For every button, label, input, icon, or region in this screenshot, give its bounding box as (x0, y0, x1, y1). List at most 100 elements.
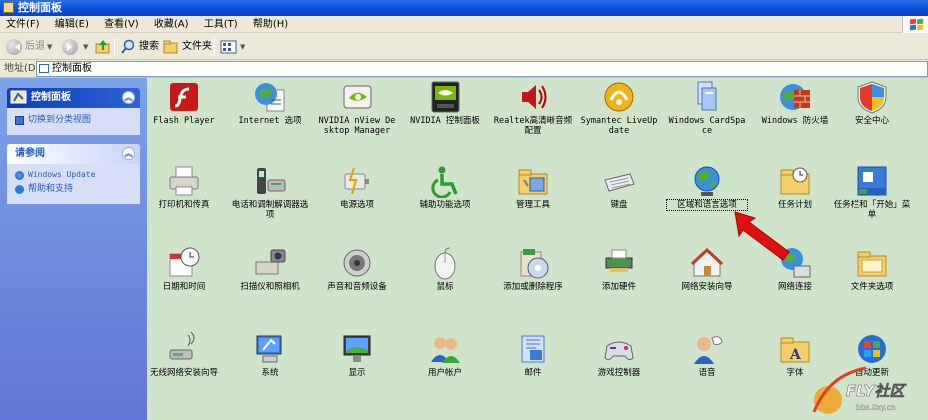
collapse-icon[interactable]: ︽ (122, 91, 135, 104)
control-panel-item[interactable]: 显示 (317, 332, 397, 378)
svg-text:bbs.0xy.cn: bbs.0xy.cn (856, 403, 896, 412)
add-remove-icon (516, 246, 550, 280)
printer-icon (167, 164, 201, 198)
control-panel-item[interactable]: 电话和调制解调器选项 (230, 164, 310, 220)
control-panel-item[interactable]: 电源选项 (317, 164, 397, 210)
search-button[interactable]: 搜索 (120, 37, 159, 57)
cardspace-icon (690, 80, 724, 114)
shield-icon (855, 80, 889, 114)
clock-icon (167, 246, 201, 280)
control-panel-item[interactable]: Flash Player (144, 80, 224, 126)
address-bar: 地址(D) 控制面板 (0, 60, 928, 78)
control-panel-item[interactable]: 辅助功能选项 (405, 164, 485, 210)
item-label: 添加或删除程序 (503, 282, 563, 292)
control-panel-item[interactable]: 任务计划 (755, 164, 835, 210)
control-panel-item[interactable]: 添加或删除程序 (493, 246, 573, 292)
control-panel-item[interactable]: 鼠标 (405, 246, 485, 292)
control-panel-item[interactable]: 日期和时间 (144, 246, 224, 292)
control-panel-item[interactable]: NVIDIA 控制面板 (405, 80, 485, 126)
wireless-icon (167, 331, 201, 366)
back-label: 后退 (25, 41, 45, 52)
fly-logo-watermark: FLY社区 bbs.0xy.cn (812, 366, 908, 414)
views-icon (220, 40, 237, 54)
item-label: 声音和音频设备 (327, 282, 387, 292)
red-arrow-icon (734, 211, 790, 261)
search-label: 搜索 (139, 41, 159, 52)
control-panel-item[interactable]: Windows CardSpace (667, 80, 747, 136)
chevron-down-icon: ▼ (47, 43, 53, 51)
item-label: 语音 (698, 368, 716, 378)
item-label: 用户帐户 (427, 368, 462, 378)
up-button[interactable] (94, 37, 112, 57)
windows-update-link[interactable]: Windows Update (15, 168, 132, 182)
control-panel-item[interactable]: 游戏控制器 (579, 332, 659, 378)
forward-arrow-icon (62, 39, 78, 55)
control-panel-item[interactable]: 扫描仪和照相机 (230, 246, 310, 292)
help-support-link[interactable]: 帮助和支持 (15, 182, 132, 196)
item-label: 电话和调制解调器选项 (231, 200, 309, 220)
item-label: Windows CardSpace (668, 116, 746, 136)
switch-category-view-link[interactable]: 切换到分类视图 (15, 113, 132, 127)
update-icon (855, 332, 889, 366)
control-panel-item[interactable]: 系统 (230, 332, 310, 378)
control-panel-item[interactable]: 任务栏和「开始」菜单 (832, 164, 912, 220)
address-input[interactable]: 控制面板 (36, 61, 928, 77)
menu-edit[interactable]: 编辑(E) (49, 16, 95, 33)
control-panel-item[interactable]: Realtek高清晰音频配置 (493, 80, 573, 136)
control-panel-item[interactable]: Symantec LiveUpdate (579, 80, 659, 136)
collapse-icon[interactable]: ︽ (122, 147, 135, 160)
item-label: 显示 (348, 368, 366, 378)
item-label: 文件夹选项 (850, 282, 894, 292)
control-panel-item[interactable]: 声音和音频设备 (317, 246, 397, 292)
firewall-icon (778, 80, 812, 114)
item-label: 键盘 (610, 200, 628, 210)
menu-tools[interactable]: 工具(T) (198, 16, 244, 33)
item-label: 添加硬件 (601, 282, 636, 292)
menu-file[interactable]: 文件(F) (0, 16, 46, 33)
menu-help[interactable]: 帮助(H) (247, 16, 294, 33)
control-panel-item[interactable]: 安全中心 (832, 80, 912, 126)
control-panel-icon (39, 64, 49, 73)
flash-icon (167, 80, 201, 114)
item-label: 任务栏和「开始」菜单 (833, 200, 911, 220)
item-label: Windows 防火墙 (761, 116, 829, 126)
item-label: 安全中心 (854, 116, 889, 126)
sound-icon (340, 246, 374, 280)
control-panel-item[interactable]: Internet 选项 (230, 80, 310, 126)
control-panel-item[interactable]: 用户帐户 (405, 332, 485, 378)
panel-header[interactable]: 控制面板 ︽ (7, 88, 140, 108)
forward-button[interactable]: ▼ (62, 37, 88, 57)
control-panel-item[interactable]: 语音 (667, 332, 747, 378)
control-panel-item[interactable]: 键盘 (579, 164, 659, 210)
globe-icon (690, 164, 724, 198)
windows-update-icon (15, 171, 24, 180)
control-panel-item[interactable]: 打印机和传真 (144, 164, 224, 210)
menu-favorites[interactable]: 收藏(A) (148, 16, 195, 33)
folder-options-icon (855, 246, 889, 280)
control-panel-item[interactable]: 邮件 (493, 332, 573, 378)
svg-text:A: A (789, 347, 802, 363)
separator (214, 38, 215, 56)
gamepad-icon (602, 332, 636, 366)
nvidia-icon (340, 80, 374, 114)
control-panel-item[interactable]: 文件夹选项 (832, 246, 912, 292)
control-panel-item[interactable]: 区域和语言选项 (666, 164, 748, 211)
folders-button[interactable]: 文件夹 (163, 37, 212, 57)
link-label: Windows Update (28, 170, 96, 179)
mail-icon (516, 332, 550, 366)
control-panel-item[interactable]: NVIDIA nView Desktop Manager (317, 80, 397, 136)
speaker-icon (516, 80, 550, 114)
item-label: 辅助功能选项 (419, 200, 471, 210)
views-button[interactable]: ▼ (220, 37, 245, 57)
control-panel-item[interactable]: 添加硬件 (579, 246, 659, 292)
task-pane: 控制面板 ︽ 切换到分类视图 请参阅 ︽ Windows Update 帮助和支… (0, 78, 147, 420)
panel-header[interactable]: 请参阅 ︽ (7, 144, 140, 164)
folders-icon (163, 40, 178, 54)
control-panel-item[interactable]: 无线网络安装向导 (144, 331, 224, 378)
network-house-icon (690, 246, 724, 280)
control-panel-item[interactable]: Windows 防火墙 (755, 80, 835, 126)
control-panel-item[interactable]: 管理工具 (493, 164, 573, 210)
menu-view[interactable]: 查看(V) (98, 16, 145, 33)
item-label: 鼠标 (436, 282, 454, 292)
back-button[interactable]: 后退 ▼ (6, 37, 52, 57)
